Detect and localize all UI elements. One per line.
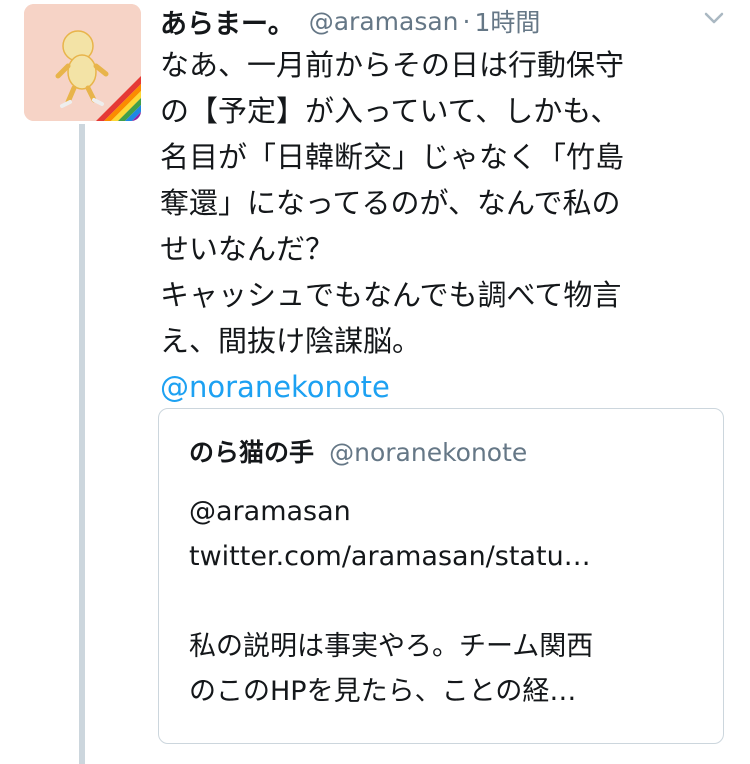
quoted-handle: @noranekonote [329,438,528,467]
tweet-text-line: なあ、一月前からその日は行動保守 [160,48,625,82]
tweet-header: あらまー。 @aramasan · 1時間 [160,0,730,42]
avatar[interactable] [24,4,141,121]
tweet-text-line: せいなんだ？ [160,232,335,266]
mention-link[interactable]: @noranekonote [160,364,720,410]
timestamp[interactable]: 1時間 [474,3,540,39]
quoted-tweet-card[interactable]: のら猫の手 @noranekonote @aramasan twitter.co… [158,408,724,744]
quoted-tweet-header: のら猫の手 @noranekonote [189,433,527,469]
tweet-text: なあ、一月前からその日は行動保守 の【予定】が入っていて、しかも、 名目が「日韓… [160,42,720,410]
tweet-text-line: え、間抜け陰謀脳。 [160,324,422,358]
display-name[interactable]: あらまー。 [160,2,295,41]
tweet-text-line: の【予定】が入っていて、しかも、 [160,94,620,128]
quoted-text-line: @aramasan [189,496,351,527]
quoted-text-line: 私の説明は事実やろ。チーム関西 [189,631,594,662]
tweet-text-line: 名目が「日韓断交」じゃなく「竹島 [160,140,625,174]
avatar-figure-icon [24,4,141,121]
handle[interactable]: @aramasan [309,7,459,36]
thread-line [79,124,85,764]
quoted-tweet-text: @aramasan twitter.com/aramasan/statu… 私の… [189,489,699,714]
quoted-display-name: のら猫の手 [189,438,315,467]
tweet-text-line: キャッシュでもなんでも調べて物言 [160,278,622,312]
quoted-text-line: のこのHPを見たら、ことの経… [189,676,577,707]
quoted-text-line [189,579,699,624]
quoted-text-line: twitter.com/aramasan/statu… [189,541,591,572]
separator-dot: · [462,6,471,36]
chevron-down-icon[interactable] [702,6,726,34]
tweet-text-line: 奪還」になってるのが、なんで私の [160,186,621,220]
